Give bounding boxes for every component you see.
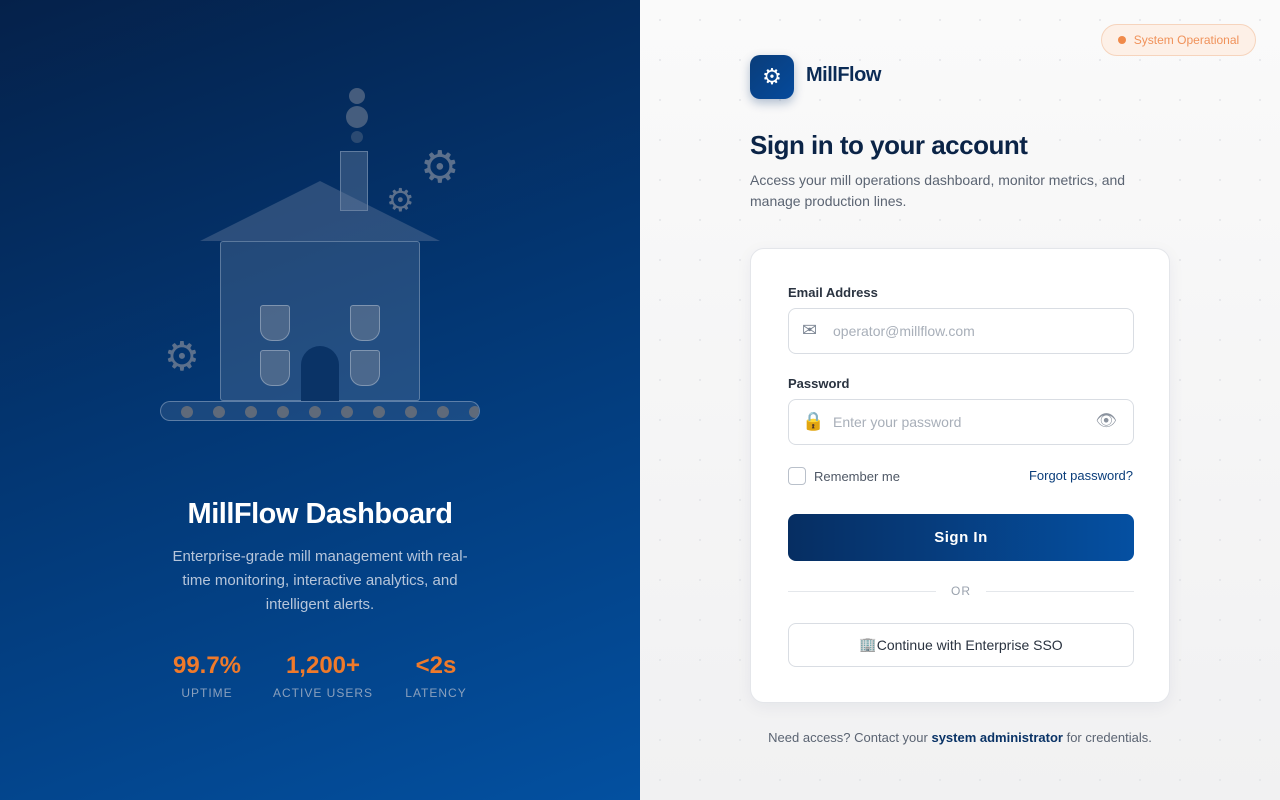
status-label: System Operational [1133,33,1240,47]
factory-window [260,305,290,341]
footer-note: Need access? Contact your system adminis… [750,730,1170,745]
conveyor-roller [341,406,353,418]
factory-window [350,305,380,341]
hero-panel: ⚙ ⚙ ⚙ MillFlow Dashboard Enterprise-grad… [0,0,640,800]
smoke-puff [351,131,363,143]
email-label: Email Address [788,285,878,300]
sso-label: Continue with Enterprise SSO [876,637,1063,653]
conveyor-belt [160,401,480,421]
stat-active-users: 1,200+ ACTIVE USERS [268,652,378,700]
stat-label: UPTIME [181,686,233,700]
factory-door [301,346,339,401]
footer-prefix: Need access? Contact your [768,730,932,745]
remember-checkbox[interactable] [788,467,806,485]
conveyor-roller [373,406,385,418]
stat-label: LATENCY [405,686,467,700]
eye-icon[interactable]: 👁 [1095,411,1117,431]
page-title: Sign in to your account [750,130,1028,160]
system-admin-link[interactable]: system administrator [931,730,1063,745]
conveyor-roller [277,406,289,418]
conveyor-roller [213,406,225,418]
conveyor-roller [181,406,193,418]
page-subtitle: Access your mill operations dashboard, m… [750,172,1126,209]
gear-icon: ⚙ [750,55,794,99]
remember-label: Remember me [814,468,900,484]
hero-subtitle: Enterprise-grade mill management with re… [172,548,468,613]
stat-uptime: 99.7% UPTIME [162,652,252,700]
building-icon: 🏢 [859,637,877,653]
factory-window [260,350,290,386]
stat-value: <2s [415,652,457,679]
status-badge: System Operational [1101,24,1256,56]
status-dot-icon [1117,36,1126,44]
stat-value: 1,200+ [285,652,361,679]
gear-icon: ⚙ [420,142,460,193]
password-input[interactable] [833,400,1093,444]
forgot-password-link[interactable]: Forgot password? [1029,468,1133,483]
conveyor-roller [405,406,417,418]
remember-me[interactable]: Remember me [788,467,900,485]
stat-label: ACTIVE USERS [272,686,374,700]
login-form: Email Address ✉ Password 🔒 👁 Remember me… [750,248,1170,703]
email-field[interactable]: ✉ [788,308,1134,354]
smoke-puff [346,106,368,128]
brand-name: MillFlow [806,64,881,86]
conveyor-roller [469,406,479,418]
enterprise-sso-button[interactable]: 🏢 Continue with Enterprise SSO [788,623,1134,667]
stats-row: 99.7% UPTIME 1,200+ ACTIVE USERS <2s LAT… [0,652,640,712]
sign-in-button[interactable]: Sign In [788,514,1134,561]
envelope-icon: ✉ [802,320,818,341]
conveyor-roller [245,406,257,418]
login-panel: System Operational ⚙ MillFlow Sign in to… [640,0,1280,800]
lock-icon: 🔒 [802,411,825,432]
gear-icon: ⚙ [164,334,200,380]
conveyor-roller [437,406,449,418]
password-label: Password [788,376,850,391]
or-divider-label: OR [951,584,971,598]
factory-illustration: ⚙ ⚙ ⚙ [0,0,640,460]
gear-icon: ⚙ [386,181,415,219]
email-input[interactable] [833,309,1093,353]
stat-value: 99.7% [172,652,242,679]
smoke-puff [349,88,365,104]
footer-suffix: for credentials. [1062,730,1152,745]
conveyor-roller [309,406,321,418]
factory-window [350,350,380,386]
password-field[interactable]: 🔒 👁 [788,399,1134,445]
hero-title: MillFlow Dashboard [187,498,453,530]
stat-latency: <2s LATENCY [396,652,476,700]
